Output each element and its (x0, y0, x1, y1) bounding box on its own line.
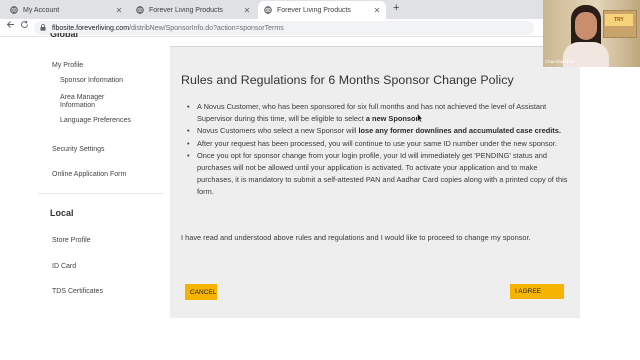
reload-icon[interactable] (20, 20, 29, 31)
sidebar-divider (38, 193, 164, 194)
rule-text: Novus Customers who select a new Sponsor… (197, 126, 359, 136)
back-arrow-icon[interactable] (6, 20, 15, 31)
tab-my-account[interactable]: My Account ✕ (4, 1, 128, 19)
globe-icon (264, 6, 272, 14)
lock-icon (40, 23, 46, 33)
list-item: A Novus Customer, who has been sponsored… (185, 101, 571, 125)
sidebar-item-area-manager-info[interactable]: Information (60, 101, 95, 110)
new-tab-button[interactable]: + (393, 2, 399, 14)
rule-text: Once you opt for sponsor change from you… (197, 150, 568, 197)
confirmation-text: I have read and understood above rules a… (181, 233, 531, 242)
close-icon[interactable]: ✕ (242, 6, 252, 15)
sidebar-item-tds-certificates[interactable]: TDS Certificates (52, 287, 103, 296)
tab-forever-living-1[interactable]: Forever Living Products ✕ (130, 1, 256, 19)
rule-emphasis: a new Sponsor. (365, 114, 421, 124)
rule-text: After your request has been processed, y… (197, 138, 557, 148)
sidebar-item-my-profile[interactable]: My Profile (52, 61, 83, 70)
sidebar-heading-global: Global (50, 33, 79, 39)
page-title: Rules and Regulations for 6 Months Spons… (181, 73, 514, 87)
tab-label: Forever Living Products (149, 6, 223, 14)
globe-icon (10, 6, 18, 14)
sidebar-item-store-profile[interactable]: Store Profile (52, 236, 91, 245)
list-item: Novus Customers who select a new Sponsor… (185, 125, 571, 137)
tab-label: My Account (23, 6, 60, 14)
url-field[interactable]: flbosite.foreverliving.com/distribNew/Sp… (34, 21, 534, 35)
cursor-icon (417, 110, 424, 123)
agree-button[interactable]: I AGREE (510, 284, 564, 299)
sidebar-item-security-settings[interactable]: Security Settings (52, 145, 105, 154)
sidebar-item-sponsor-information[interactable]: Sponsor Information (60, 76, 123, 85)
tab-label: Forever Living Products (277, 6, 351, 14)
sidebar-item-id-card[interactable]: ID Card (52, 262, 76, 271)
sidebar-item-language-preferences[interactable]: Language Preferences (60, 116, 131, 125)
tab-forever-living-2[interactable]: Forever Living Products ✕ (258, 1, 386, 19)
url-host: flbosite.foreverliving.com (52, 24, 130, 32)
webcam-video: TRY Chanchal Soni (543, 0, 640, 67)
close-icon[interactable]: ✕ (372, 6, 382, 15)
webcam-caption: Chanchal Soni (545, 59, 575, 64)
webcam-sign: TRY (605, 14, 633, 26)
globe-icon (136, 6, 144, 14)
list-item: Once you opt for sponsor change from you… (185, 150, 571, 199)
rule-emphasis: lose any former downlines and accumulate… (358, 126, 561, 136)
sidebar-heading-local: Local (50, 208, 74, 218)
list-item: After your request has been processed, y… (185, 138, 571, 150)
close-icon[interactable]: ✕ (114, 6, 124, 15)
sidebar-item-online-application[interactable]: Online Application Form (52, 170, 126, 179)
sidebar: Global My Profile Sponsor Information Ar… (0, 33, 170, 360)
panel-top-border (170, 46, 580, 47)
rules-list: A Novus Customer, who has been sponsored… (185, 101, 571, 199)
url-path: /distribNew/SponsorInfo.do?action=sponso… (129, 24, 284, 32)
webcam-person-face (575, 12, 597, 40)
cancel-button[interactable]: CANCEL (185, 284, 217, 300)
